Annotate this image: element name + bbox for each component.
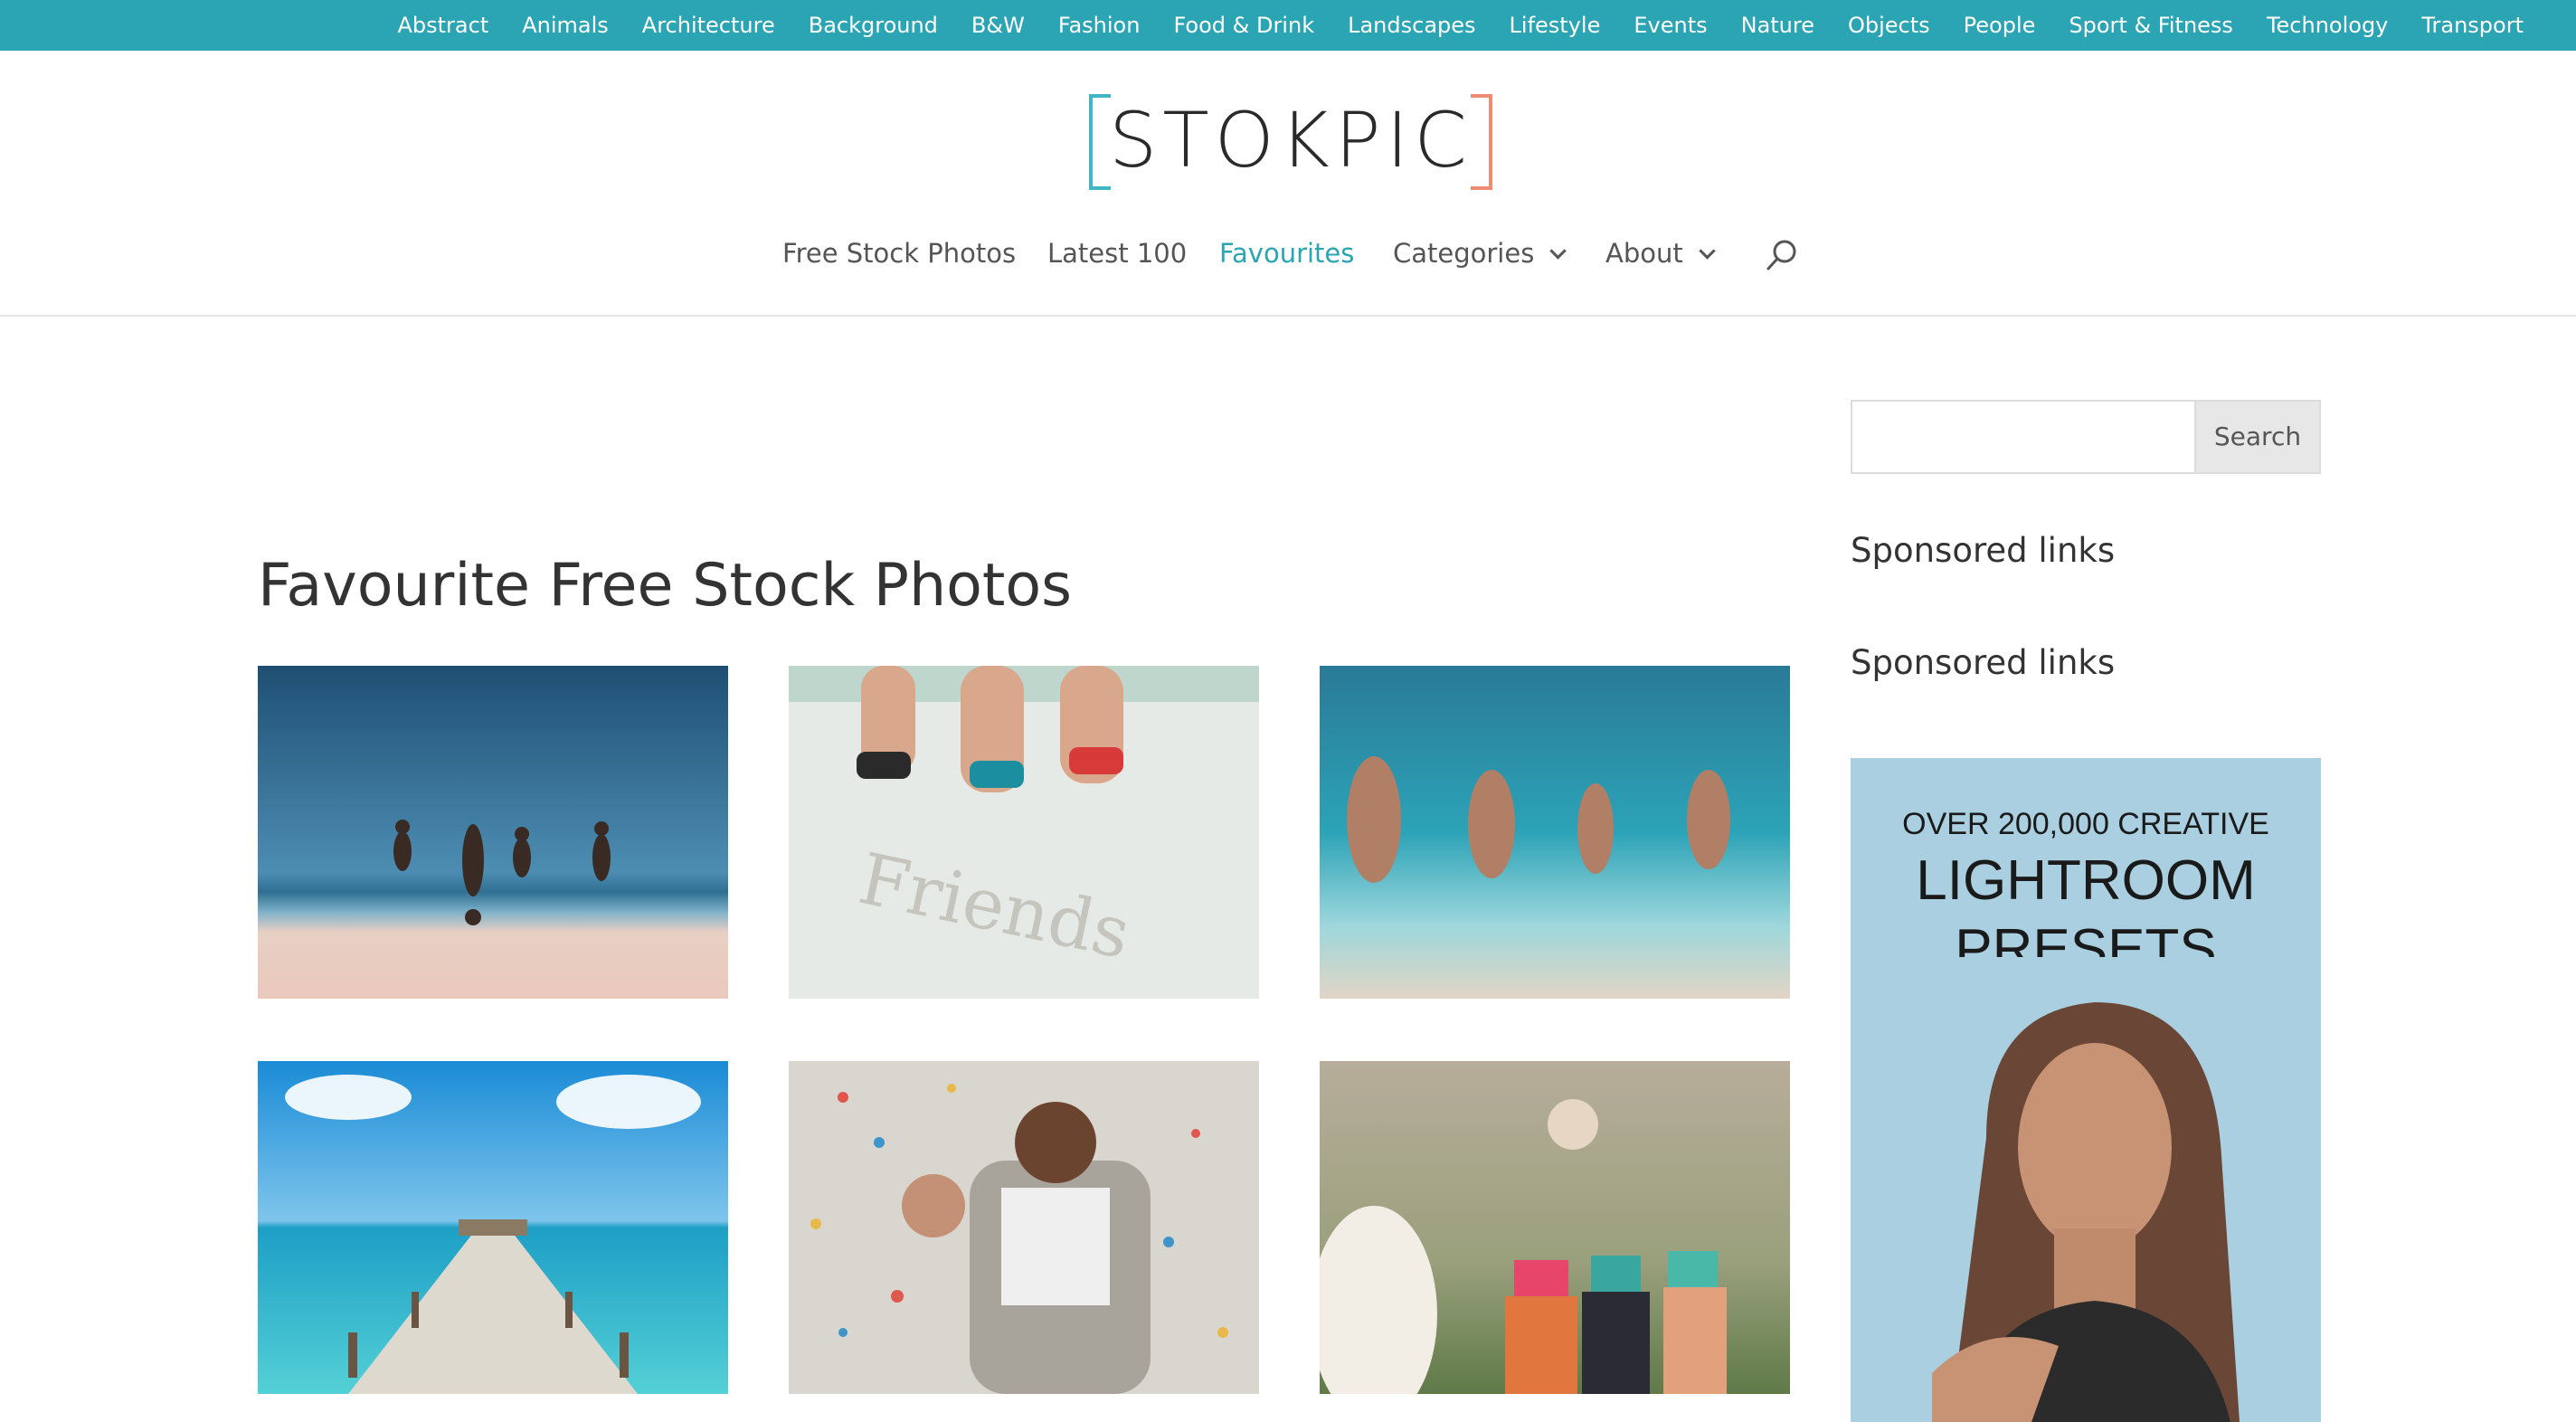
nav-free-stock-photos[interactable]: Free Stock Photos	[782, 226, 1016, 280]
ad-banner-lightroom-presets[interactable]: OVER 200,000 CREATIVE LIGHTROOM PRESETS	[1851, 758, 2321, 1422]
category-link-fashion[interactable]: Fashion	[1058, 13, 1141, 38]
nav-favourites[interactable]: Favourites	[1219, 226, 1354, 280]
category-bar: Abstract Animals Architecture Background…	[0, 0, 2576, 51]
ad-title-line1: LIGHTROOM	[1916, 849, 2256, 912]
main-nav: Free Stock Photos Latest 100 Favourites …	[0, 226, 2576, 280]
category-link-food-drink[interactable]: Food & Drink	[1173, 13, 1314, 38]
photo-friends-sand-jump[interactable]: Friends	[789, 666, 1259, 999]
photo-beach-jumping-group[interactable]	[258, 666, 728, 999]
photo-image	[258, 666, 728, 999]
photo-image	[1320, 666, 1790, 999]
header-divider	[0, 315, 2576, 317]
category-link-people[interactable]: People	[1964, 13, 2036, 38]
category-link-nature[interactable]: Nature	[1741, 13, 1814, 38]
photo-running-into-sea[interactable]	[1320, 666, 1790, 999]
photo-wedding-confetti[interactable]	[789, 1061, 1259, 1394]
category-link-transport[interactable]: Transport	[2421, 13, 2524, 38]
category-link-background[interactable]: Background	[809, 13, 938, 38]
category-link-technology[interactable]: Technology	[2267, 13, 2388, 38]
photo-bouquet-toss[interactable]	[1320, 1061, 1790, 1394]
search-input[interactable]	[1852, 402, 2196, 472]
category-link-lifestyle[interactable]: Lifestyle	[1510, 13, 1601, 38]
category-list: Abstract Animals Architecture Background…	[397, 0, 2524, 51]
photo-tropical-pier[interactable]	[258, 1061, 728, 1394]
category-link-events[interactable]: Events	[1634, 13, 1707, 38]
category-link-architecture[interactable]: Architecture	[642, 13, 775, 38]
sidebar-search: Search	[1851, 400, 2321, 474]
nav-categories[interactable]: Categories	[1393, 226, 1567, 280]
photo-image: Friends	[789, 666, 1259, 999]
chevron-down-icon	[1699, 242, 1716, 260]
search-button[interactable]: Search	[2194, 402, 2319, 472]
page-title: Favourite Free Stock Photos	[258, 552, 1073, 620]
category-link-bw[interactable]: B&W	[971, 13, 1025, 38]
logo-right-bracket	[1471, 94, 1492, 190]
search-icon	[1766, 240, 1796, 270]
site-logo[interactable]: STOKPIC	[1089, 94, 1492, 190]
nav-latest-100[interactable]: Latest 100	[1047, 226, 1187, 280]
nav-about[interactable]: About	[1605, 226, 1716, 280]
category-link-abstract[interactable]: Abstract	[397, 13, 488, 38]
nav-about-label: About	[1605, 238, 1683, 269]
photo-image	[258, 1061, 728, 1394]
chevron-down-icon	[1549, 242, 1567, 260]
category-link-landscapes[interactable]: Landscapes	[1348, 13, 1475, 38]
category-link-sport-fitness[interactable]: Sport & Fitness	[2069, 13, 2233, 38]
search-toggle-button[interactable]	[1764, 237, 1800, 273]
category-link-objects[interactable]: Objects	[1848, 13, 1930, 38]
photo-image	[1320, 1061, 1790, 1394]
ad-headline: OVER 200,000 CREATIVE	[1902, 807, 2269, 841]
sponsored-links-heading: Sponsored links	[1851, 643, 2116, 682]
photo-image	[789, 1061, 1259, 1394]
nav-categories-label: Categories	[1393, 238, 1535, 269]
category-link-animals[interactable]: Animals	[522, 13, 609, 38]
logo-text: STOKPIC	[1109, 96, 1473, 185]
sponsored-links-heading: Sponsored links	[1851, 531, 2116, 570]
ad-model-photo	[1851, 957, 2321, 1422]
